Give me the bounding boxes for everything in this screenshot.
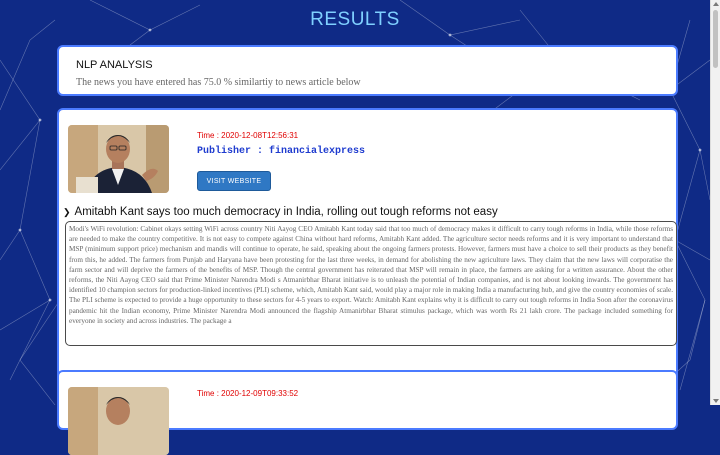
- visit-website-button[interactable]: VISIT WEBSITE: [197, 171, 271, 191]
- vertical-scrollbar[interactable]: [710, 0, 720, 405]
- page-title: RESULTS: [310, 9, 400, 30]
- article-publisher: Publisher : financialexpress: [197, 146, 366, 157]
- article-time: Time : 2020-12-08T12:56:31: [197, 131, 299, 140]
- scroll-down-icon[interactable]: [713, 399, 719, 403]
- person-photo-icon: [68, 387, 169, 455]
- article-card: Time : 2020-12-08T12:56:31 Publisher : f…: [57, 108, 678, 408]
- article-thumbnail: [68, 125, 169, 193]
- scrollbar-thumb[interactable]: [713, 10, 718, 68]
- article-thumbnail-2: [68, 387, 169, 455]
- article-time-2: Time : 2020-12-09T09:33:52: [197, 389, 299, 398]
- nlp-analysis-card: NLP ANALYSIS The news you have entered h…: [57, 45, 678, 96]
- bullet-icon: ❯: [63, 206, 71, 217]
- similarity-text: The news you have entered has 75.0 % sim…: [76, 77, 361, 88]
- scroll-up-icon[interactable]: [713, 2, 719, 6]
- article-headline-text: Amitabh Kant says too much democracy in …: [74, 206, 498, 218]
- nlp-analysis-title: NLP ANALYSIS: [76, 59, 153, 71]
- article-body-textbox[interactable]: Modi's WiFi revolution: Cabinet okays se…: [65, 221, 677, 346]
- article-headline: ❯ Amitabh Kant says too much democracy i…: [63, 206, 498, 218]
- article-card-2: Time : 2020-12-09T09:33:52: [57, 370, 678, 455]
- person-photo-icon: [68, 125, 169, 193]
